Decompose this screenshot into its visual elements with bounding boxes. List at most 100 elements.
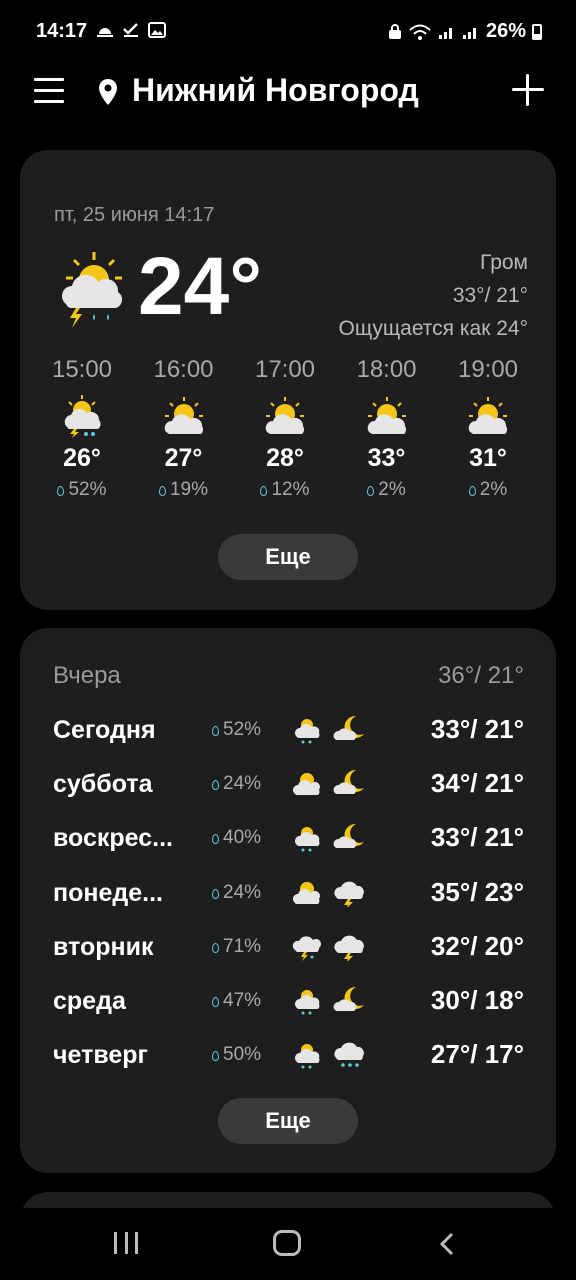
day-precip: 47%: [212, 990, 261, 1012]
thunder-partly-cloudy-icon: [62, 252, 123, 328]
daily-row[interactable]: четверг 50% 27°/ 17°: [20, 1029, 556, 1083]
current-temperature: 24°: [138, 241, 263, 332]
city-name[interactable]: Нижний Новгород: [132, 72, 419, 109]
raindrop-icon: [212, 834, 219, 845]
partly-cloudy-icon: [265, 397, 305, 434]
day-temp: 33°/ 21°: [430, 714, 524, 744]
day-temp: 35°/ 23°: [430, 876, 524, 907]
daily-row[interactable]: воскрес... 40% 33°/ 21°: [20, 812, 556, 866]
hourly-item[interactable]: 19:00 31° 2%: [446, 356, 530, 501]
sun-cloud-rain-icon: [295, 989, 320, 1015]
thunder-cloud-icon: [334, 935, 364, 961]
navigation-bar: [0, 1208, 576, 1280]
day-name: среда: [53, 986, 126, 1015]
hour-precip: 52%: [40, 479, 124, 501]
day-precip: 40%: [212, 827, 261, 849]
raindrop-icon: [367, 486, 375, 496]
recent-apps-button[interactable]: [114, 1232, 138, 1254]
more-daily-button[interactable]: Еще: [218, 1098, 358, 1144]
daily-row[interactable]: среда 47% 30°/ 18°: [20, 975, 556, 1029]
more-hourly-button[interactable]: Еще: [218, 534, 358, 580]
partly-cloudy-icon: [293, 773, 320, 796]
thunder-partly-cloudy-icon: [64, 395, 101, 438]
lock-icon: [388, 23, 401, 39]
cloud-rain-icon: [334, 1042, 364, 1067]
battery-percent: 26%: [485, 20, 526, 42]
day-name: суббота: [53, 770, 153, 799]
moon-cloud-icon: [333, 986, 364, 1011]
menu-button[interactable]: [34, 78, 64, 104]
signal-icon: [462, 27, 476, 39]
hour-time: 18:00: [356, 356, 417, 383]
raindrop-icon: [212, 996, 219, 1007]
checkmark-icon: [123, 23, 138, 37]
hour-precip: 12%: [243, 479, 327, 501]
raindrop-icon: [212, 726, 219, 736]
sun-cloud-rain-icon: [295, 827, 320, 852]
thunder-cloud-rain-icon: [292, 936, 321, 961]
day-name: воскрес...: [53, 824, 173, 853]
daily-forecast-card[interactable]: Вчера 36°/ 21° Сегодня 52% 33°/ 21° субб…: [20, 628, 556, 1173]
day-precip: 24%: [212, 773, 261, 795]
day-name: вторник: [53, 932, 154, 961]
day-name: четверг: [53, 1041, 148, 1070]
daily-row[interactable]: понеде... 24% 35°/ 23°: [20, 867, 556, 921]
hour-time: 15:00: [51, 356, 113, 383]
day-temp: 27°/ 17°: [430, 1039, 524, 1070]
moon-cloud-icon: [333, 770, 364, 795]
condition-label: Гром: [480, 251, 528, 274]
raindrop-icon: [468, 486, 476, 496]
hour-time: 19:00: [457, 356, 519, 383]
daily-row[interactable]: суббота 24% 34°/ 21°: [20, 758, 556, 812]
current-weather-card[interactable]: пт, 25 июня 14:17 24° Гром 33°/ 21° Ощущ…: [20, 150, 556, 610]
gallery-icon: [148, 22, 166, 38]
feels-like: Ощущается как 24°: [338, 317, 528, 340]
back-button[interactable]: [436, 1232, 460, 1256]
daily-row[interactable]: вторник 71% 32°/ 20°: [20, 921, 556, 975]
hour-temp: 28°: [266, 444, 304, 472]
day-precip: 50%: [212, 1044, 261, 1066]
thunder-cloud-icon: [334, 881, 364, 907]
location-pin-icon: [99, 79, 117, 105]
signal-icon: [438, 27, 452, 39]
day-name: Сегодня: [53, 716, 156, 744]
day-precip: 24%: [212, 882, 261, 904]
raindrop-icon: [57, 486, 65, 496]
high-low-temp: 33°/ 21°: [452, 284, 528, 307]
status-system-icons: 26%: [388, 20, 542, 43]
daily-row[interactable]: Сегодня 52% 33°/ 21°: [20, 704, 556, 758]
hour-precip: 2%: [446, 479, 530, 501]
hour-temp: 27°: [164, 444, 203, 472]
hourly-item[interactable]: 17:00 28° 12%: [243, 356, 327, 501]
yesterday-label: Вчера: [53, 662, 121, 689]
partly-cloudy-icon: [164, 397, 203, 434]
raindrop-icon: [212, 888, 219, 899]
day-name: понеде...: [53, 878, 163, 907]
home-button[interactable]: [273, 1230, 301, 1256]
partly-cloudy-icon: [293, 881, 320, 904]
raindrop-icon: [212, 1051, 219, 1062]
hourly-forecast[interactable]: 15:00 26° 52% 16:00 27° 19% 17:00 28° 12…: [40, 356, 530, 501]
raindrop-icon: [212, 942, 219, 953]
hourly-item[interactable]: 16:00 27° 19%: [142, 356, 226, 501]
battery-icon: [532, 23, 542, 40]
day-precip: 71%: [212, 936, 261, 958]
partly-cloudy-icon: [367, 397, 406, 434]
day-temp: 34°/ 21°: [430, 768, 524, 799]
sunrise-icon: [97, 28, 113, 37]
hour-temp: 31°: [469, 444, 507, 472]
day-temp: 30°/ 18°: [430, 984, 524, 1015]
hourly-item[interactable]: 15:00 26° 52%: [40, 356, 124, 501]
wifi-icon: [409, 24, 431, 40]
raindrop-icon: [260, 486, 268, 496]
status-time: 14:17: [36, 20, 88, 42]
hourly-item[interactable]: 18:00 33° 2%: [345, 356, 429, 501]
yesterday-temp: 36°/ 21°: [438, 662, 524, 689]
sun-cloud-rain-icon: [295, 719, 320, 744]
moon-cloud-icon: [333, 824, 364, 849]
add-location-button[interactable]: [512, 74, 544, 106]
current-details: Гром 33°/ 21° Ощущается как 24°: [339, 246, 528, 345]
raindrop-icon: [212, 780, 219, 791]
moon-cloud-icon: [333, 715, 364, 740]
hour-time: 16:00: [153, 356, 214, 383]
